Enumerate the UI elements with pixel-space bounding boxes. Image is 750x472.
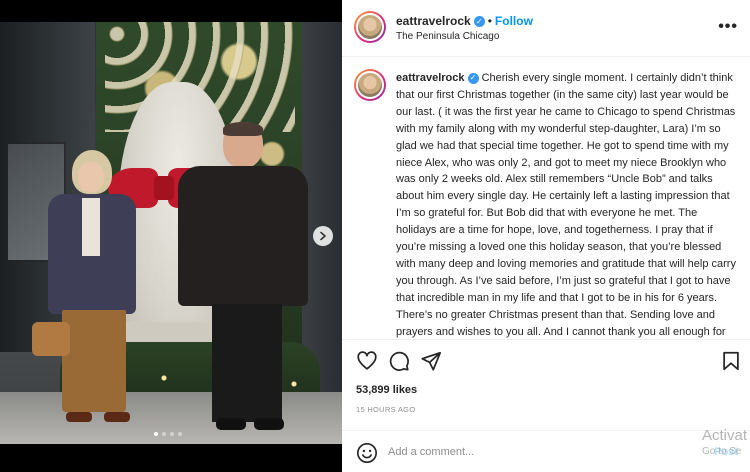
post-timestamp[interactable]: 15 HOURS AGO (356, 405, 415, 414)
more-options-icon[interactable]: ••• (718, 18, 738, 36)
verified-badge-icon: ✓ (467, 72, 479, 84)
carousel-next-button[interactable] (313, 226, 333, 246)
carousel-indicator (154, 432, 182, 436)
heart-icon[interactable] (356, 350, 378, 372)
share-icon[interactable] (420, 350, 442, 372)
comment-composer: Post (342, 430, 750, 472)
carousel-dot (170, 432, 174, 436)
woman-figure (32, 150, 140, 422)
save-bookmark-icon[interactable] (720, 350, 742, 372)
carousel-dot (178, 432, 182, 436)
post-photo[interactable] (0, 22, 342, 444)
post-comment-button[interactable]: Post (714, 446, 738, 458)
carousel-dot (162, 432, 166, 436)
follow-button[interactable]: Follow (495, 14, 533, 28)
handbag (32, 322, 70, 356)
verified-badge-icon: ✓ (473, 16, 485, 28)
caption-author-avatar[interactable] (354, 69, 386, 101)
comment-icon[interactable] (388, 350, 410, 372)
comment-input[interactable] (388, 442, 678, 462)
separator-dot: • (487, 14, 492, 28)
like-count[interactable]: 53,899 likes (356, 384, 417, 396)
post-media-viewer (0, 0, 342, 472)
man-figure (168, 122, 318, 438)
author-username[interactable]: eattravelrock (396, 14, 471, 28)
post-header: eattravelrock ✓ • Follow The Peninsula Chic… (342, 0, 750, 57)
post-details-panel: eattravelrock ✓ • Follow The Peninsula Chic… (342, 0, 750, 472)
author-avatar[interactable] (354, 11, 386, 43)
action-bar (342, 339, 750, 377)
caption-section: eattravelrock ✓ Cherish every single mome… (342, 57, 750, 339)
chevron-right-icon (320, 231, 326, 241)
caption-text: Cherish every single moment. I certainly… (396, 72, 736, 338)
caption-username[interactable]: eattravelrock (396, 72, 465, 84)
emoji-icon[interactable] (356, 442, 378, 464)
post-location[interactable]: The Peninsula Chicago (396, 31, 499, 42)
post-caption: eattravelrock ✓ Cherish every single mome… (396, 70, 739, 339)
carousel-dot (154, 432, 158, 436)
